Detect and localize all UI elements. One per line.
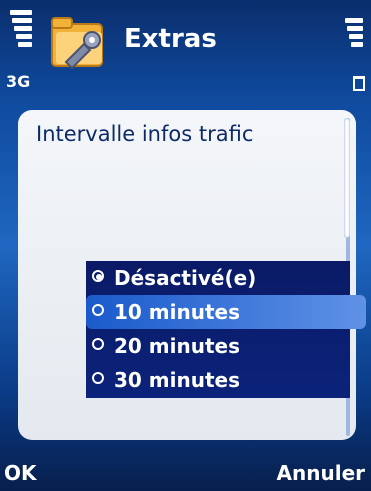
app-title: Extras bbox=[124, 24, 217, 54]
signal-bar bbox=[18, 42, 32, 47]
signal-bar bbox=[12, 18, 32, 23]
signal-bar bbox=[16, 34, 32, 39]
battery-bar bbox=[349, 34, 363, 39]
network-type-label: 3G bbox=[6, 72, 31, 91]
signal-strength-indicator bbox=[10, 10, 32, 66]
battery-icon bbox=[353, 76, 365, 91]
option-30-minutes[interactable]: 30 minutes bbox=[86, 363, 350, 397]
signal-bar bbox=[14, 26, 32, 31]
softkey-ok[interactable]: OK bbox=[4, 461, 37, 485]
option-label: Désactivé(e) bbox=[114, 266, 257, 290]
signal-bar bbox=[10, 10, 32, 15]
options-list: Désactivé(e) 10 minutes 20 minutes 30 mi… bbox=[86, 261, 366, 398]
battery-level-indicator bbox=[345, 18, 363, 72]
option-label: 20 minutes bbox=[114, 334, 240, 358]
dialog-title: Intervalle infos trafic bbox=[36, 122, 254, 146]
radio-unchecked-icon bbox=[92, 338, 104, 350]
radio-unchecked-icon bbox=[92, 372, 104, 384]
softkey-bar: OK Annuler bbox=[0, 457, 371, 491]
battery-bar bbox=[351, 42, 363, 47]
softkey-annuler[interactable]: Annuler bbox=[277, 461, 365, 485]
option-label: 30 minutes bbox=[114, 368, 240, 392]
battery-bar bbox=[345, 18, 363, 23]
option-10-minutes[interactable]: 10 minutes bbox=[86, 295, 366, 329]
option-label: 10 minutes bbox=[114, 300, 240, 324]
radio-unchecked-icon bbox=[92, 304, 104, 316]
option-20-minutes[interactable]: 20 minutes bbox=[86, 329, 350, 363]
phone-screen: 3G Extras Intervalle infos trafic Désact… bbox=[0, 0, 371, 491]
scrollbar-thumb[interactable] bbox=[344, 118, 350, 238]
radio-checked-icon bbox=[92, 270, 104, 282]
battery-bar bbox=[347, 26, 363, 31]
folder-wrench-icon bbox=[46, 14, 110, 74]
option-desactive[interactable]: Désactivé(e) bbox=[86, 261, 350, 295]
